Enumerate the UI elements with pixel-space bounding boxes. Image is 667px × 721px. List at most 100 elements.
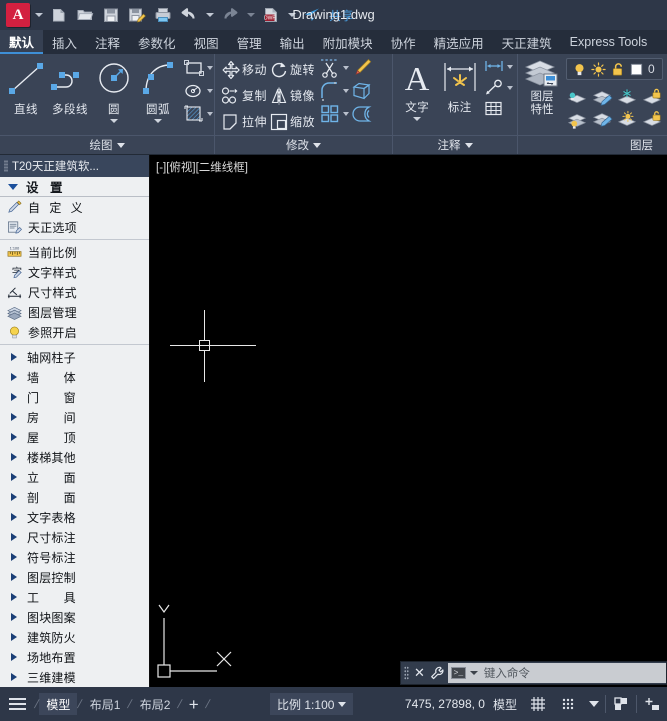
chevron-down-icon[interactable] bbox=[343, 66, 350, 70]
rotate-tool[interactable]: 旋转 bbox=[269, 57, 315, 82]
command-input[interactable]: >_ 键入命令 bbox=[447, 663, 666, 683]
space-indicator[interactable]: 模型 bbox=[493, 696, 523, 713]
sidebar-tree-item-layer-control[interactable]: 图层控制 bbox=[0, 567, 149, 587]
chevron-down-icon[interactable] bbox=[469, 671, 478, 675]
rectangle-tool[interactable] bbox=[183, 57, 213, 79]
panel-modify-title[interactable]: 修改 bbox=[215, 135, 392, 154]
redo-button[interactable] bbox=[218, 3, 242, 27]
layer-freeze-icon[interactable] bbox=[616, 88, 638, 108]
tab-default[interactable]: 默认 bbox=[0, 30, 44, 54]
dimension-tool[interactable]: 标注 bbox=[440, 57, 481, 115]
panel-layers-title[interactable]: 图层 bbox=[518, 135, 667, 154]
sidebar-tree-item-fire-protection[interactable]: 建筑防火 bbox=[0, 627, 149, 647]
layer-edit-icon[interactable] bbox=[591, 88, 613, 108]
plot-button[interactable] bbox=[151, 3, 175, 27]
chevron-down-icon[interactable] bbox=[507, 65, 513, 69]
chevron-down-icon[interactable] bbox=[207, 66, 213, 70]
polyline-tool[interactable]: 多段线 bbox=[48, 57, 92, 117]
fillet-tool[interactable] bbox=[319, 80, 350, 102]
circle-tool[interactable]: 圆 bbox=[92, 57, 136, 123]
open-file-button[interactable] bbox=[73, 3, 97, 27]
drawing-canvas[interactable]: [-][俯视][二维线框] bbox=[150, 155, 667, 687]
tab-addins[interactable]: 附加模块 bbox=[314, 30, 382, 54]
tab-collaborate[interactable]: 协作 bbox=[382, 30, 425, 54]
hamburger-icon[interactable] bbox=[0, 698, 34, 710]
drag-grip-icon[interactable] bbox=[4, 160, 8, 172]
save-button[interactable] bbox=[99, 3, 123, 27]
wrench-icon[interactable] bbox=[430, 666, 445, 681]
layer-unlock-icon[interactable] bbox=[641, 110, 663, 130]
layout-tab-layout2[interactable]: 布局2 bbox=[133, 693, 178, 715]
command-line-grip[interactable] bbox=[404, 666, 409, 680]
layout-tab-model[interactable]: 模型 bbox=[39, 693, 78, 715]
sidebar-item-reference-on[interactable]: 参照开启 bbox=[0, 322, 149, 342]
panel-draw-title[interactable]: 绘图 bbox=[0, 135, 214, 154]
hatch-tool[interactable] bbox=[183, 103, 213, 125]
undo-dropdown-button[interactable] bbox=[203, 3, 216, 27]
panel-annotation-title[interactable]: 注释 bbox=[393, 135, 517, 154]
sidebar-tree-item-roof[interactable]: 屋 顶 bbox=[0, 427, 149, 447]
layer-isolate-icon[interactable] bbox=[566, 88, 588, 108]
command-prompt-icon[interactable]: >_ bbox=[450, 667, 466, 679]
sidebar-item-customize[interactable]: 自 定 义 bbox=[0, 197, 149, 217]
chevron-down-icon[interactable] bbox=[583, 701, 605, 707]
viewport-label[interactable]: [-][俯视][二维线框] bbox=[156, 159, 248, 175]
copy-tool[interactable]: 复制 bbox=[221, 83, 267, 108]
dwf-export-button[interactable]: DWF bbox=[259, 3, 283, 27]
application-menu-button[interactable]: A bbox=[6, 3, 30, 27]
sidebar-tree-item-section[interactable]: 剖 面 bbox=[0, 487, 149, 507]
tab-tangent-arch[interactable]: 天正建筑 bbox=[493, 30, 561, 54]
layer-match-icon[interactable] bbox=[591, 110, 613, 130]
sidebar-tree-item-axis-columns[interactable]: 轴网柱子 bbox=[0, 347, 149, 367]
sidebar-tree-item-tools[interactable]: 工 具 bbox=[0, 587, 149, 607]
coordinate-readout[interactable]: 7475, 27898, 0 bbox=[405, 697, 493, 711]
qat-overflow-button[interactable] bbox=[285, 3, 298, 27]
layout-tab-layout1[interactable]: 布局1 bbox=[83, 693, 128, 715]
sidebar-tree-item-stairs-other[interactable]: 楼梯其他 bbox=[0, 447, 149, 467]
undo-button[interactable] bbox=[177, 3, 201, 27]
layer-off-icon[interactable] bbox=[566, 110, 588, 130]
chevron-down-icon[interactable] bbox=[413, 117, 422, 121]
chevron-down-icon[interactable] bbox=[507, 86, 513, 90]
layer-state-bar[interactable]: 0 bbox=[566, 58, 663, 80]
sidebar-item-layer-manager[interactable]: 图层管理 bbox=[0, 302, 149, 322]
move-tool[interactable]: 移动 bbox=[221, 57, 267, 82]
array-tool[interactable] bbox=[319, 103, 350, 125]
workspace-icon[interactable] bbox=[606, 695, 636, 713]
sidebar-tree-item-room[interactable]: 房 间 bbox=[0, 407, 149, 427]
sidebar-tree-item-dimension[interactable]: 尺寸标注 bbox=[0, 527, 149, 547]
sidebar-tree-item-3d-modeling[interactable]: 三维建模 bbox=[0, 667, 149, 687]
sidebar-item-text-style[interactable]: 字 文字样式 bbox=[0, 262, 149, 282]
sidebar-tree-item-symbol-annotation[interactable]: 符号标注 bbox=[0, 547, 149, 567]
annotation-scale-control[interactable]: 比例 1:100 bbox=[270, 693, 354, 715]
close-x-icon[interactable]: ✕ bbox=[412, 665, 427, 681]
layer-thaw-icon[interactable] bbox=[616, 110, 638, 130]
leader-tool[interactable] bbox=[483, 78, 513, 98]
mirror-tool[interactable]: 镜像 bbox=[269, 83, 315, 108]
chevron-down-icon[interactable] bbox=[207, 89, 213, 93]
workspace-dropdown-button[interactable] bbox=[32, 3, 45, 27]
sidebar-tree-item-door-window[interactable]: 门 窗 bbox=[0, 387, 149, 407]
chevron-down-icon[interactable] bbox=[154, 119, 162, 123]
offset-tool[interactable] bbox=[351, 103, 373, 125]
dimension-style-tool[interactable] bbox=[483, 57, 513, 77]
line-tool[interactable]: 直线 bbox=[4, 57, 48, 117]
chevron-down-icon[interactable] bbox=[343, 89, 350, 93]
snap-dots-icon[interactable] bbox=[553, 695, 583, 713]
sidebar-tree-item-wall[interactable]: 墙 体 bbox=[0, 367, 149, 387]
new-file-button[interactable] bbox=[47, 3, 71, 27]
sidebar-tree-item-block-pattern[interactable]: 图块图案 bbox=[0, 607, 149, 627]
command-line[interactable]: ✕ >_ 键入命令 bbox=[400, 661, 667, 685]
add-layout-button[interactable]: + bbox=[183, 696, 205, 713]
sidebar-header[interactable]: T20天正建筑软... bbox=[0, 155, 149, 177]
share-button[interactable] bbox=[300, 3, 324, 27]
tab-manage[interactable]: 管理 bbox=[228, 30, 271, 54]
tab-express-tools[interactable]: Express Tools bbox=[561, 30, 657, 54]
tab-view[interactable]: 视图 bbox=[185, 30, 228, 54]
sidebar-tree-item-elevation[interactable]: 立 面 bbox=[0, 467, 149, 487]
layer-properties-tool[interactable]: 图层 特性 bbox=[521, 57, 563, 117]
redo-dropdown-button[interactable] bbox=[244, 3, 257, 27]
sidebar-tree-item-site-layout[interactable]: 场地布置 bbox=[0, 647, 149, 667]
sidebar-item-current-scale[interactable]: 1:100 当前比例 bbox=[0, 242, 149, 262]
explode-tool[interactable] bbox=[351, 80, 373, 102]
